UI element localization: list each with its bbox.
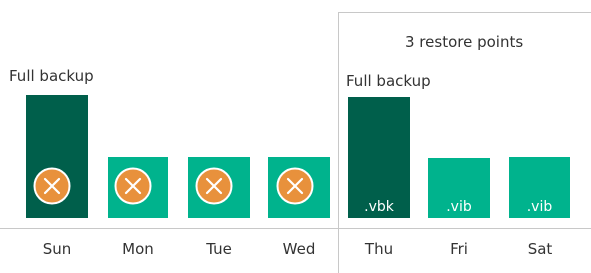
full-backup-label-thu: Full backup <box>346 72 431 90</box>
section-divider-vertical <box>338 12 339 273</box>
close-circle-icon <box>33 167 71 205</box>
day-label-sun: Sun <box>42 240 72 258</box>
day-label-wed: Wed <box>282 240 316 258</box>
day-label-mon: Mon <box>122 240 154 258</box>
day-label-sat: Sat <box>527 240 553 258</box>
bar-ext-fri: .vib <box>446 199 472 215</box>
bar-fri: .vib <box>428 158 490 218</box>
bar-thu: .vbk <box>348 97 410 218</box>
bar-ext-sat: .vib <box>526 199 553 215</box>
day-label-tue: Tue <box>206 240 232 258</box>
bar-ext-thu: .vbk <box>364 199 394 215</box>
close-circle-icon <box>195 167 233 205</box>
day-label-thu: Thu <box>364 240 394 258</box>
full-backup-label-sun: Full backup <box>9 67 94 85</box>
baseline <box>0 228 591 229</box>
close-circle-icon <box>276 167 314 205</box>
bar-sat: .vib <box>509 157 570 218</box>
restore-points-title: 3 restore points <box>405 33 524 51</box>
close-circle-icon <box>114 167 152 205</box>
section-divider-horizontal <box>338 12 591 13</box>
day-label-fri: Fri <box>450 240 468 258</box>
